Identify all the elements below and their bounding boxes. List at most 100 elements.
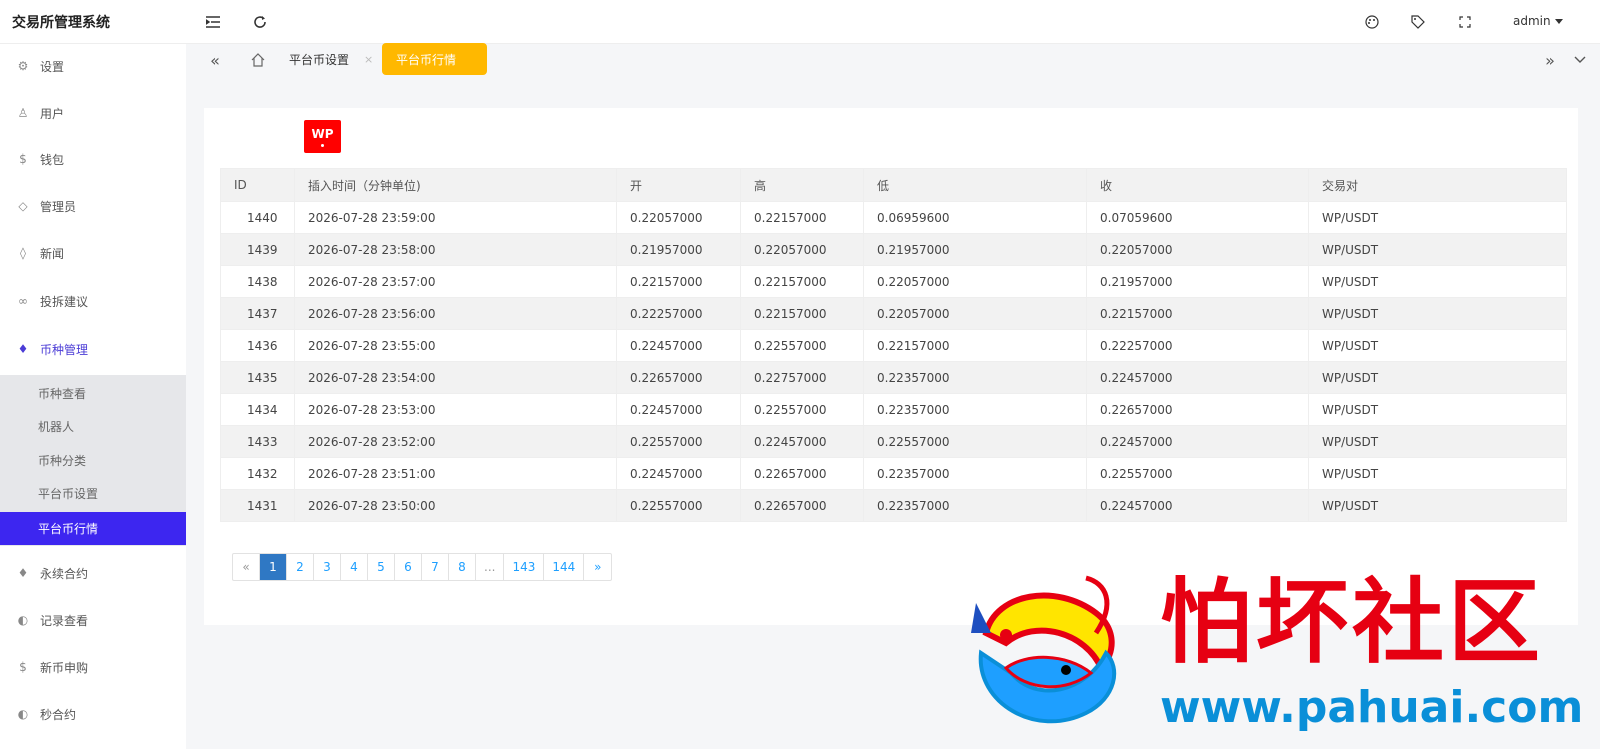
submenu-item-platform-coin-settings[interactable]: 平台币设置 (0, 477, 186, 510)
cell-close: 0.22157000 (1086, 297, 1309, 330)
sidebar-item-label: 秒合约 (40, 707, 77, 722)
sidebar-item-feedback[interactable]: ∞ 投拆建议 (0, 278, 186, 324)
cell-pair: WP/USDT (1308, 233, 1567, 266)
cell-open: 0.22557000 (616, 425, 741, 458)
cell-pair: WP/USDT (1308, 361, 1567, 394)
cell-close: 0.22257000 (1086, 329, 1309, 362)
page-button[interactable]: 1 (260, 554, 287, 580)
cell-high: 0.22557000 (740, 393, 864, 426)
sidebar-item-new-coin-subscription[interactable]: $ 新币申购 (0, 644, 186, 690)
cell-high: 0.22157000 (740, 201, 864, 234)
tabs-scroll-left-icon[interactable]: « (205, 50, 225, 70)
gear-icon: ⚙ (17, 59, 29, 73)
cell-open: 0.22057000 (616, 201, 741, 234)
page-button[interactable]: 8 (449, 554, 476, 580)
table-row: 1436 2026-07-28 23:55:00 0.22457000 0.22557… (220, 329, 1567, 362)
username: admin (1513, 14, 1551, 28)
cell-time: 2026-07-28 23:55:00 (294, 329, 617, 362)
cell-open: 0.22457000 (616, 457, 741, 490)
table-row: 1437 2026-07-28 23:56:00 0.22257000 0.22157… (220, 297, 1567, 330)
page-button[interactable]: 4 (341, 554, 368, 580)
page-button[interactable]: 6 (395, 554, 422, 580)
sidebar-item-second-contract[interactable]: ◐ 秒合约 (0, 691, 186, 737)
refresh-icon[interactable] (250, 12, 270, 32)
page-prev-button[interactable]: « (233, 554, 260, 580)
cell-time: 2026-07-28 23:59:00 (294, 201, 617, 234)
sidebar-item-label: 记录查看 (40, 613, 89, 628)
tab-platform-coin-settings[interactable]: 平台币设置 (289, 43, 349, 75)
cell-open: 0.21957000 (616, 233, 741, 266)
cell-high: 0.22457000 (740, 425, 864, 458)
coin-symbol: WP (311, 126, 334, 141)
home-icon[interactable] (248, 50, 268, 70)
tabs-scroll-right-icon[interactable]: » (1540, 50, 1560, 70)
link-icon: ∞ (18, 294, 28, 308)
cell-close: 0.07059600 (1086, 201, 1309, 234)
page-button[interactable]: 143 (504, 554, 545, 580)
cell-open: 0.22157000 (616, 265, 741, 298)
cell-id: 1440 (220, 201, 295, 234)
cell-time: 2026-07-28 23:51:00 (294, 457, 617, 490)
sidebar-item-admins[interactable]: ◇ 管理员 (0, 183, 186, 229)
shield-icon: ◇ (18, 199, 28, 213)
page-button[interactable]: 2 (287, 554, 314, 580)
sidebar-item-settings[interactable]: ⚙ 设置 (0, 43, 186, 89)
cell-time: 2026-07-28 23:53:00 (294, 393, 617, 426)
sidebar-item-coin-management[interactable]: ♦ 币种管理 (0, 326, 186, 372)
cell-pair: WP/USDT (1308, 265, 1567, 298)
theme-icon[interactable] (1362, 12, 1382, 32)
submenu-item-platform-coin-market[interactable]: 平台币行情 (0, 512, 186, 545)
sidebar-item-records[interactable]: ◐ 记录查看 (0, 597, 186, 643)
table-row: 1438 2026-07-28 23:57:00 0.22157000 0.22157… (220, 265, 1567, 298)
cell-open: 0.22457000 (616, 329, 741, 362)
sidebar-item-perpetual[interactable]: ♦ 永续合约 (0, 550, 186, 596)
pagination: «1 2 3 4 5 6 7 8... 143 144» (232, 553, 613, 581)
diamond-icon: ♦ (17, 566, 29, 580)
page-button[interactable]: 3 (314, 554, 341, 580)
cell-low: 0.22057000 (863, 297, 1087, 330)
table-row: 1432 2026-07-28 23:51:00 0.22457000 0.22657… (220, 457, 1567, 490)
user-menu[interactable]: admin (1513, 14, 1563, 28)
table-header-row: ID 插入时间（分钟单位) 开 高 低 收 交易对 (220, 168, 1567, 202)
page-ellipsis: ... (476, 554, 505, 580)
cell-pair: WP/USDT (1308, 201, 1567, 234)
cell-low: 0.22157000 (863, 329, 1087, 362)
submenu-item-coin-view[interactable]: 币种查看 (0, 377, 186, 410)
page-button[interactable]: 7 (422, 554, 449, 580)
tab-platform-coin-market[interactable]: 平台币行情 (382, 43, 487, 75)
cell-open: 0.22657000 (616, 361, 741, 394)
col-header-close: 收 (1086, 168, 1309, 202)
menu-fold-icon[interactable] (203, 12, 223, 32)
tag-icon[interactable] (1408, 12, 1428, 32)
tab-close-icon[interactable]: × (364, 53, 373, 66)
sidebar-item-wallet[interactable]: $ 钱包 (0, 136, 186, 182)
col-header-id: ID (220, 168, 295, 202)
cell-time: 2026-07-28 23:58:00 (294, 233, 617, 266)
col-header-low: 低 (863, 168, 1087, 202)
page-button[interactable]: 5 (368, 554, 395, 580)
cell-close: 0.22657000 (1086, 393, 1309, 426)
cell-close: 0.22057000 (1086, 233, 1309, 266)
chevron-down-icon[interactable] (1570, 50, 1590, 70)
cell-open: 0.22257000 (616, 297, 741, 330)
caret-down-icon (1554, 19, 1563, 24)
cell-time: 2026-07-28 23:50:00 (294, 489, 617, 522)
table-row: 1439 2026-07-28 23:58:00 0.21957000 0.22057… (220, 233, 1567, 266)
cell-high: 0.22057000 (740, 233, 864, 266)
coin-dot (321, 143, 324, 147)
sidebar-item-users[interactable]: ♙ 用户 (0, 90, 186, 136)
page-next-button[interactable]: » (584, 554, 611, 580)
cell-pair: WP/USDT (1308, 297, 1567, 330)
cell-low: 0.22357000 (863, 457, 1087, 490)
page-button[interactable]: 144 (544, 554, 585, 580)
cell-open: 0.22457000 (616, 393, 741, 426)
table-row: 1431 2026-07-28 23:50:00 0.22557000 0.22657… (220, 489, 1567, 522)
cell-high: 0.22657000 (740, 457, 864, 490)
submenu-item-robot[interactable]: 机器人 (0, 410, 186, 443)
fullscreen-icon[interactable] (1455, 12, 1475, 32)
cell-high: 0.22757000 (740, 361, 864, 394)
submenu-item-coin-category[interactable]: 币种分类 (0, 444, 186, 477)
market-table: ID 插入时间（分钟单位) 开 高 低 收 交易对 1440 2026-07-28… (220, 168, 1567, 522)
sidebar-item-news[interactable]: ◊ 新闻 (0, 230, 186, 276)
coin-icon: $ (19, 152, 27, 166)
